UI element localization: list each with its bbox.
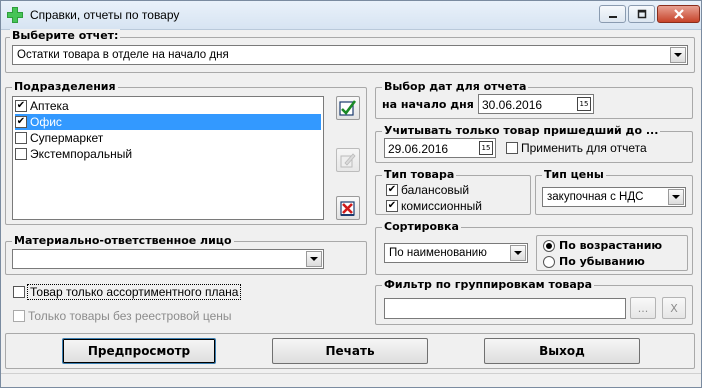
sorting-select[interactable]: По наименованию — [384, 243, 528, 263]
checkbox[interactable] — [15, 132, 27, 144]
report-group-title: Выберите отчет: — [10, 29, 121, 42]
goods-type-group: Тип товара ✔ балансовый ✔ комиссионный — [375, 168, 531, 215]
apply-for-report-checkbox[interactable] — [506, 142, 518, 154]
window-title: Справки, отчеты по товару — [30, 8, 180, 22]
status-bar — [1, 373, 701, 387]
balance-option[interactable]: ✔ балансовый — [386, 183, 469, 197]
check-all-icon — [339, 100, 357, 116]
restore-icon — [637, 9, 646, 19]
responsible-select[interactable] — [12, 249, 324, 269]
list-item[interactable]: Супермаркет — [15, 130, 321, 146]
balance-label: балансовый — [401, 183, 470, 197]
sorting-value: По наименованию — [389, 247, 487, 259]
print-button[interactable]: Печать — [272, 338, 428, 364]
edit-button[interactable] — [336, 148, 360, 172]
green-plus-icon — [7, 7, 23, 23]
checkbox[interactable]: ✔ — [15, 100, 27, 112]
sort-ascending-label: По возрастанию — [559, 239, 663, 252]
dates-group: Выбор дат для отчета на начало дня 30.06… — [375, 80, 693, 119]
calendar-icon[interactable]: 15 — [479, 141, 493, 155]
title-bar[interactable]: Справки, отчеты по товару — [1, 1, 701, 30]
minimize-button[interactable] — [599, 5, 626, 23]
department-label: Офис — [30, 115, 62, 129]
no-registry-price-label: Только товары без реестровой цены — [28, 309, 232, 323]
balance-checkbox[interactable]: ✔ — [386, 184, 398, 196]
chevron-down-icon[interactable] — [510, 245, 526, 261]
close-icon — [673, 9, 684, 19]
list-item[interactable]: ✔ Офис — [15, 114, 321, 130]
clear-selection-button[interactable] — [336, 196, 360, 220]
checkbox[interactable] — [15, 148, 27, 160]
list-item[interactable]: ✔ Аптека — [15, 98, 321, 114]
department-label: Экстемпоральный — [30, 147, 133, 161]
commission-option[interactable]: ✔ комиссионный — [386, 199, 482, 213]
calendar-icon[interactable]: 15 — [577, 97, 591, 111]
price-type-group-title: Тип цены — [542, 168, 606, 181]
sort-ascending-radio[interactable] — [543, 239, 555, 252]
filter-browse-button[interactable]: ... — [630, 297, 656, 319]
checkbox[interactable]: ✔ — [15, 116, 27, 128]
sort-ascending-option[interactable]: По возрастанию — [543, 239, 662, 252]
minimize-icon — [608, 16, 617, 18]
select-all-button[interactable] — [336, 96, 360, 120]
start-date-label: на начало дня — [382, 98, 474, 111]
departments-group: Подразделения ✔ Аптека ✔ Офис Супермарке… — [5, 80, 367, 225]
report-window: Справки, отчеты по товару Выберите отчет… — [0, 0, 702, 388]
filter-group-title: Фильтр по группировкам товара — [382, 278, 595, 291]
filter-clear-button[interactable]: X — [662, 297, 686, 319]
sorting-group-title: Сортировка — [382, 220, 461, 233]
apply-for-report-option[interactable]: Применить для отчета — [506, 141, 647, 155]
start-date-input[interactable]: 30.06.2016 15 — [478, 94, 594, 114]
sort-descending-label: По убыванию — [559, 255, 645, 268]
sorting-group: Сортировка По наименованию По возрастани… — [375, 220, 693, 275]
assortment-only-option[interactable]: Товар только ассортиментного плана — [13, 284, 242, 300]
responsible-group-title: Материально-ответственное лицо — [12, 234, 234, 247]
goods-type-group-title: Тип товара — [382, 168, 457, 181]
filter-input[interactable] — [384, 298, 626, 319]
close-button[interactable] — [657, 5, 700, 23]
arrived-group-title: Учитывать только товар пришедший до ... — [382, 124, 661, 137]
assortment-only-label: Товар только ассортиментного плана — [26, 284, 242, 300]
price-type-select[interactable]: закупочная с НДС — [542, 187, 686, 207]
dates-group-title: Выбор дат для отчета — [382, 80, 529, 93]
sort-descending-radio[interactable] — [543, 255, 555, 268]
actions-group: Предпросмотр Печать Выход — [5, 333, 695, 369]
chevron-down-icon[interactable] — [670, 47, 686, 63]
departments-list[interactable]: ✔ Аптека ✔ Офис Супермаркет Экстемпораль… — [12, 96, 324, 220]
apply-for-report-label: Применить для отчета — [521, 141, 647, 155]
uncheck-all-icon — [340, 201, 355, 216]
restore-button[interactable] — [628, 5, 655, 23]
start-date-value: 30.06.2016 — [482, 98, 543, 112]
price-type-group: Тип цены закупочная с НДС — [535, 168, 693, 215]
sort-direction-box: По возрастанию По убыванию — [536, 235, 688, 271]
commission-checkbox[interactable]: ✔ — [386, 200, 398, 212]
price-type-value: закупочная с НДС — [547, 191, 644, 203]
arrived-date-input[interactable]: 29.06.2016 15 — [384, 138, 496, 158]
departments-group-title: Подразделения — [12, 80, 118, 93]
no-registry-price-option[interactable]: Только товары без реестровой цены — [13, 309, 232, 323]
chevron-down-icon[interactable] — [306, 251, 322, 267]
responsible-group: Материально-ответственное лицо — [5, 234, 367, 275]
list-item[interactable]: Экстемпоральный — [15, 146, 321, 162]
sort-descending-option[interactable]: По убыванию — [543, 255, 645, 268]
preview-button[interactable]: Предпросмотр — [62, 338, 216, 364]
assortment-only-checkbox[interactable] — [13, 286, 25, 298]
filter-group: Фильтр по группировкам товара ... X — [375, 278, 693, 325]
no-registry-price-checkbox[interactable] — [13, 310, 25, 322]
arrived-date-value: 29.06.2016 — [388, 142, 449, 156]
department-label: Аптека — [30, 99, 69, 113]
arrived-group: Учитывать только товар пришедший до ... … — [375, 124, 693, 163]
report-select[interactable]: Остатки товара в отделе на начало дня — [12, 45, 688, 65]
chevron-down-icon[interactable] — [668, 189, 684, 205]
commission-label: комиссионный — [401, 199, 482, 213]
exit-button[interactable]: Выход — [484, 338, 640, 364]
edit-icon — [340, 153, 356, 168]
report-select-value: Остатки товара в отделе на начало дня — [17, 49, 229, 61]
report-group: Выберите отчет: Остатки товара в отделе … — [5, 29, 695, 73]
department-label: Супермаркет — [30, 131, 104, 145]
